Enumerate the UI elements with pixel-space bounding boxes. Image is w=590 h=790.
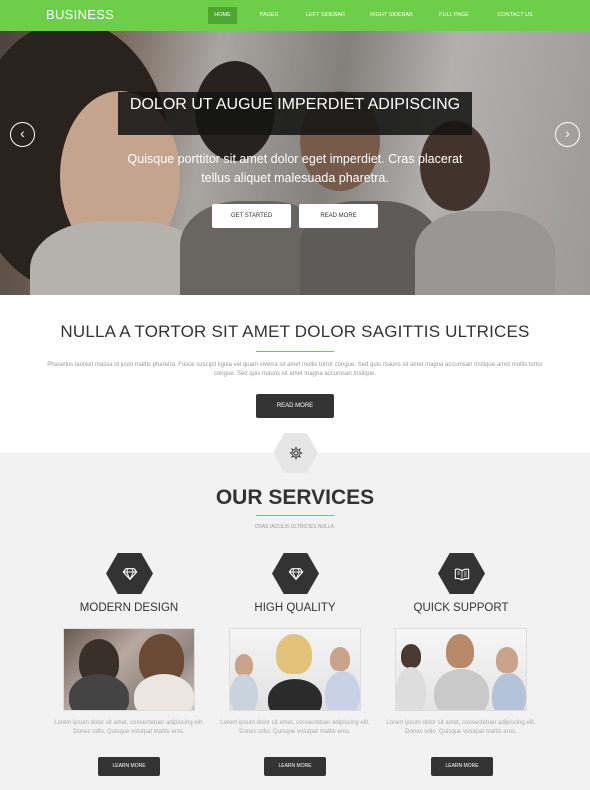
learn-more-button-high-quality[interactable]: LEARN MORE	[264, 757, 326, 776]
photo-person	[446, 634, 474, 668]
photo-person	[69, 674, 129, 710]
photo-person	[230, 674, 258, 710]
photo-person	[325, 671, 360, 710]
nav-home[interactable]: HOME	[208, 7, 237, 24]
intro-read-more-button[interactable]: READ MORE	[256, 394, 334, 418]
service-image-high-quality	[229, 628, 361, 711]
slider-prev-icon[interactable]: ‹	[10, 122, 35, 147]
site-logo[interactable]: BUSINESS	[46, 7, 114, 22]
services-subtitle: CRAS IACULIS ULTRICIES NULLA.	[254, 524, 336, 530]
top-nav-bar: BUSINESS HOME PAGES LEFT SIDEBAR RIGHT S…	[0, 0, 590, 31]
service-image-quick-support	[395, 628, 527, 711]
intro-divider	[256, 351, 334, 352]
book-icon	[454, 568, 469, 581]
nav-contact-us[interactable]: CONTACT US	[492, 7, 538, 24]
service-text-quick-support: Lorem ipsum dolor sit amet, consectetuer…	[386, 720, 536, 735]
intro-title: NULLA A TORTOR SIT AMET DOLOR SAGITTIS U…	[60, 322, 530, 341]
hero-slider: DOLOR UT AUGUE IMPERDIET ADIPISCING Quis…	[0, 31, 590, 295]
nav-pages[interactable]: PAGES	[254, 7, 284, 24]
photo-person	[492, 673, 526, 710]
hero-title: DOLOR UT AUGUE IMPERDIET ADIPISCING	[118, 92, 472, 135]
hero-subtitle: Quisque porttitor sit amet dolor eget im…	[127, 152, 463, 185]
photo-person	[330, 647, 350, 671]
intro-text: Phasellus laoreet massa id justo mattis …	[47, 362, 543, 377]
service-image-modern-design	[63, 628, 195, 711]
photo-person	[134, 674, 194, 710]
services-title: OUR SERVICES	[215, 486, 375, 509]
photo-person	[396, 667, 426, 710]
diamond-icon	[122, 567, 137, 580]
photo-person	[268, 679, 322, 710]
service-text-high-quality: Lorem ipsum dolor sit amet, consectetuer…	[220, 720, 370, 735]
service-title-modern-design: MODERN DESIGN	[79, 602, 179, 614]
service-title-high-quality: HIGH QUALITY	[254, 602, 336, 614]
learn-more-button-modern-design[interactable]: LEARN MORE	[98, 757, 160, 776]
photo-person	[276, 634, 312, 674]
learn-more-button-quick-support[interactable]: LEARN MORE	[431, 757, 493, 776]
nav-right-sidebar[interactable]: RIGHT SIDEBAR	[367, 7, 416, 24]
service-title-quick-support: QUICK SUPPORT	[413, 602, 509, 614]
photo-person	[434, 669, 489, 710]
hero-read-more-button[interactable]: READ MORE	[299, 204, 378, 228]
photo-person	[496, 647, 518, 673]
gear-icon	[289, 446, 302, 460]
photo-person	[401, 644, 421, 668]
get-started-button[interactable]: GET STARTED	[212, 204, 291, 228]
service-text-modern-design: Lorem ipsum dolor sit amet, consectetuer…	[54, 720, 204, 735]
nav-full-page[interactable]: FULL PAGE	[435, 7, 473, 24]
diamond-icon	[288, 567, 303, 580]
photo-person	[235, 654, 253, 676]
slider-next-icon[interactable]: ›	[555, 122, 580, 147]
nav-left-sidebar[interactable]: LEFT SIDEBAR	[303, 7, 348, 24]
services-divider	[256, 515, 334, 516]
